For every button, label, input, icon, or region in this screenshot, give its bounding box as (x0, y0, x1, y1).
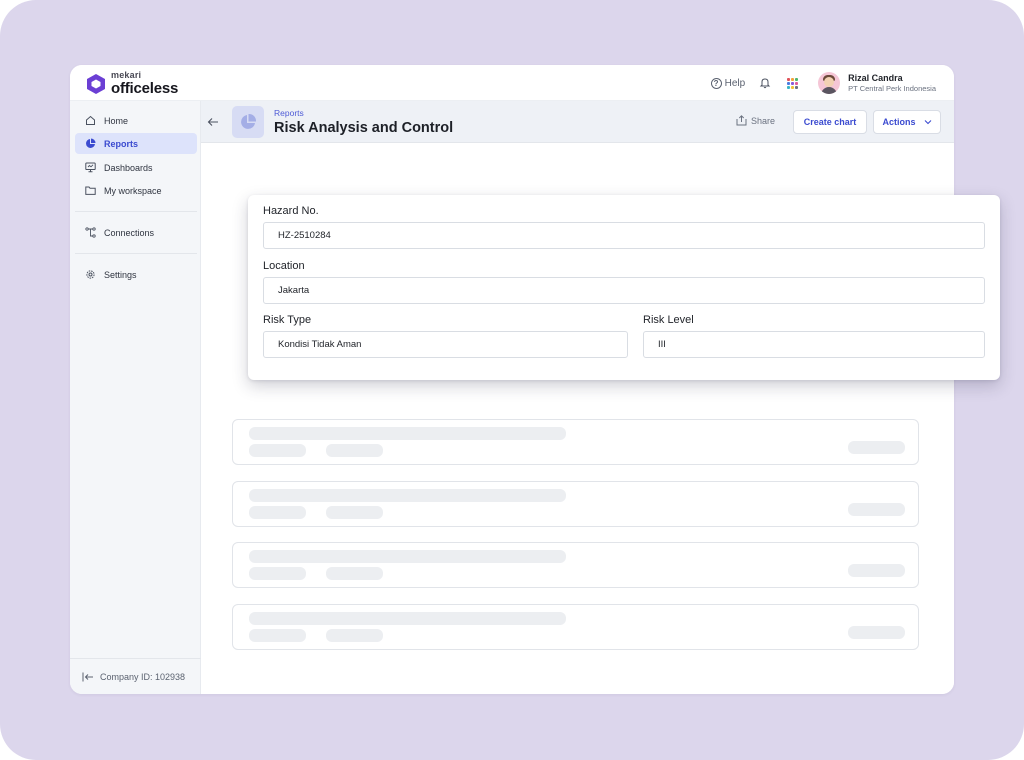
back-arrow-icon[interactable] (207, 116, 219, 128)
actions-label: Actions (882, 117, 916, 127)
top-bar: mekari officeless ? Help Rizal Candra PT… (70, 65, 954, 101)
sidebar-item-home[interactable]: Home (75, 110, 197, 131)
location-field[interactable]: Jakarta (263, 277, 985, 304)
share-label: Share (751, 115, 776, 126)
breadcrumb[interactable]: Reports (274, 108, 304, 118)
company-id: Company ID: 102938 (100, 671, 186, 682)
bell-icon[interactable] (759, 77, 771, 89)
collapse-sidebar-icon[interactable] (82, 672, 94, 682)
apps-grid-icon[interactable] (787, 77, 799, 89)
gear-icon (86, 270, 95, 279)
logo[interactable]: mekari officeless (86, 71, 178, 96)
help-label: Help (724, 77, 746, 89)
sidebar-item-label: Connections (104, 227, 155, 238)
risk-type-field[interactable]: Kondisi Tidak Aman (263, 331, 628, 358)
connections-icon (85, 227, 96, 238)
sidebar: Home Reports Dashboards My workspace Con… (70, 101, 201, 694)
create-chart-button[interactable]: Create chart (793, 110, 867, 134)
page-header: Reports Risk Analysis and Control Share … (201, 101, 954, 143)
page-title: Risk Analysis and Control (274, 120, 454, 136)
home-icon (86, 115, 95, 125)
share-icon (736, 115, 747, 126)
location-label: Location (263, 260, 305, 272)
dashboard-icon (85, 162, 96, 173)
skeleton-row (232, 604, 919, 650)
sidebar-divider (75, 253, 197, 254)
risk-type-label: Risk Type (263, 314, 312, 326)
sidebar-item-label: Home (104, 115, 129, 126)
share-button[interactable]: Share (736, 115, 775, 126)
avatar[interactable] (818, 72, 841, 94)
skeleton-row (232, 542, 919, 588)
user-info[interactable]: Rizal Candra PT Central Perk Indonesia (848, 73, 936, 93)
risk-level-field[interactable]: III (643, 331, 985, 358)
help-button[interactable]: ? Help (710, 77, 746, 89)
logo-subtitle: mekari (111, 70, 142, 80)
help-icon: ? (710, 77, 722, 89)
folder-icon (85, 186, 96, 195)
hazard-no-field[interactable]: HZ-2510284 (263, 222, 985, 249)
sidebar-item-label: Reports (104, 138, 139, 149)
logo-title: officeless (111, 80, 179, 97)
sidebar-item-label: My workspace (104, 185, 162, 196)
hazard-form-card: Hazard No. HZ-2510284 Location Jakarta R… (248, 195, 1000, 380)
sidebar-item-connections[interactable]: Connections (75, 222, 197, 243)
sidebar-item-label: Dashboards (104, 162, 153, 173)
sidebar-divider (75, 211, 197, 212)
user-company: PT Central Perk Indonesia (848, 83, 936, 93)
skeleton-row (232, 481, 919, 527)
pie-chart-icon (241, 113, 257, 129)
sidebar-item-reports[interactable]: Reports (75, 133, 197, 154)
report-badge (232, 106, 264, 138)
sidebar-item-dashboards[interactable]: Dashboards (75, 157, 197, 178)
risk-level-label: Risk Level (643, 314, 694, 326)
user-name: Rizal Candra (848, 73, 903, 84)
sidebar-item-my-workspace[interactable]: My workspace (75, 180, 197, 201)
hazard-no-label: Hazard No. (263, 205, 319, 217)
sidebar-item-settings[interactable]: Settings (75, 264, 197, 285)
skeleton-row (232, 419, 919, 465)
pie-chart-icon (86, 138, 96, 148)
actions-button[interactable]: Actions (873, 110, 941, 134)
sidebar-item-label: Settings (104, 269, 137, 280)
hexagon-logo-icon (87, 73, 105, 94)
chevron-down-icon (924, 120, 931, 125)
company-id-footer[interactable]: Company ID: 102938 (70, 658, 201, 694)
